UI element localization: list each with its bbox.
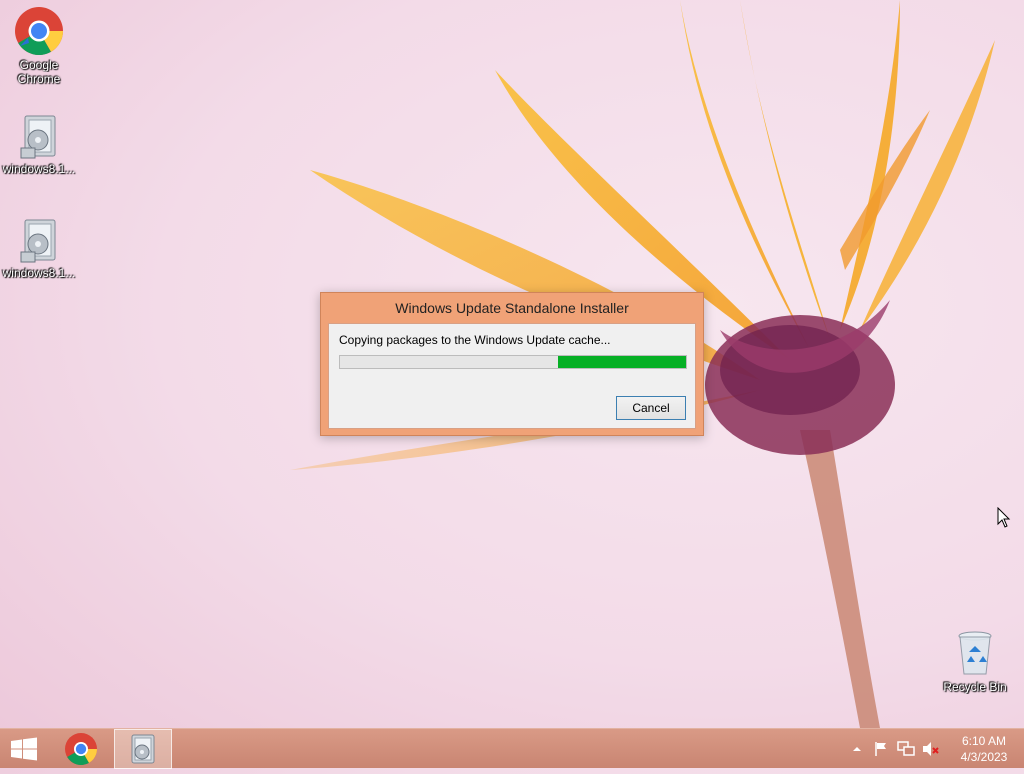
taskbar-chrome-button[interactable] [58,729,104,769]
status-message: Copying packages to the Windows Update c… [339,333,611,347]
desktop-icon-label: Google [19,58,59,72]
desktop-icon-label: windows8.1... [2,162,76,176]
recycle-bin-icon [958,631,992,675]
start-button[interactable] [0,729,48,769]
progress-bar-fill [557,356,686,368]
flag-icon[interactable] [873,741,889,757]
taskbar-clock[interactable]: 6:10 AM 4/3/2023 [952,733,1016,765]
dialog-title: Windows Update Standalone Installer [395,300,629,316]
cancel-button[interactable]: Cancel [616,396,686,420]
mouse-cursor-icon [997,507,1011,528]
progress-bar [339,355,687,369]
desktop-icon-windows8-1[interactable]: windows8.1... [1,216,77,280]
desktop-icon-windows8-1[interactable]: windows8.1... [1,112,77,176]
network-icon[interactable] [897,741,915,757]
desktop-icon-recycle-bin[interactable]: Recycle Bin [937,630,1013,694]
clock-date: 4/3/2023 [960,750,1008,764]
chrome-icon [15,7,64,56]
installer-package-icon [20,219,56,263]
dialog-body: Copying packages to the Windows Update c… [328,323,696,429]
desktop-icon-chrome[interactable]: Google Chrome [1,6,77,86]
installer-package-icon [20,115,56,159]
taskbar-installer-button[interactable] [114,729,172,769]
chevron-up-icon[interactable] [852,744,862,754]
installer-package-icon [131,734,155,764]
desktop-icon-label: Chrome [17,72,61,86]
clock-time: 6:10 AM [961,734,1007,748]
desktop-icon-label: windows8.1... [2,266,76,280]
windows-logo-icon [11,737,37,761]
chrome-icon [65,733,98,766]
installer-dialog: Windows Update Standalone Installer Copy… [320,292,704,436]
desktop-icon-label: Recycle Bin [943,680,1007,694]
speaker-muted-icon[interactable] [922,741,940,757]
taskbar: 6:10 AM 4/3/2023 [0,728,1024,769]
